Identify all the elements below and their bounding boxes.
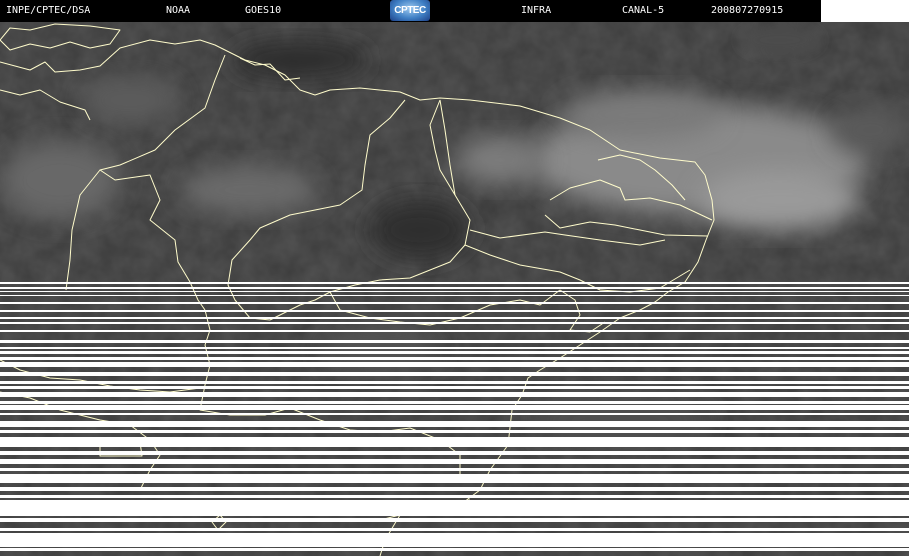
satellite-image-svg <box>0 22 909 556</box>
timestamp-label: 200807270915 <box>711 5 784 16</box>
image-header-bar: INPE/CPTEC/DSA NOAA GOES10 CPTEC INFRA C… <box>0 0 821 22</box>
satellite-label: GOES10 <box>245 5 282 16</box>
agency-label: NOAA <box>166 5 191 16</box>
cptec-logo: CPTEC <box>390 0 430 21</box>
satellite-image <box>0 22 909 556</box>
header-corner <box>821 0 909 22</box>
product-label: INFRA <box>521 5 552 16</box>
channel-label: CANAL-5 <box>622 5 665 16</box>
source-label: INPE/CPTEC/DSA <box>6 5 91 16</box>
